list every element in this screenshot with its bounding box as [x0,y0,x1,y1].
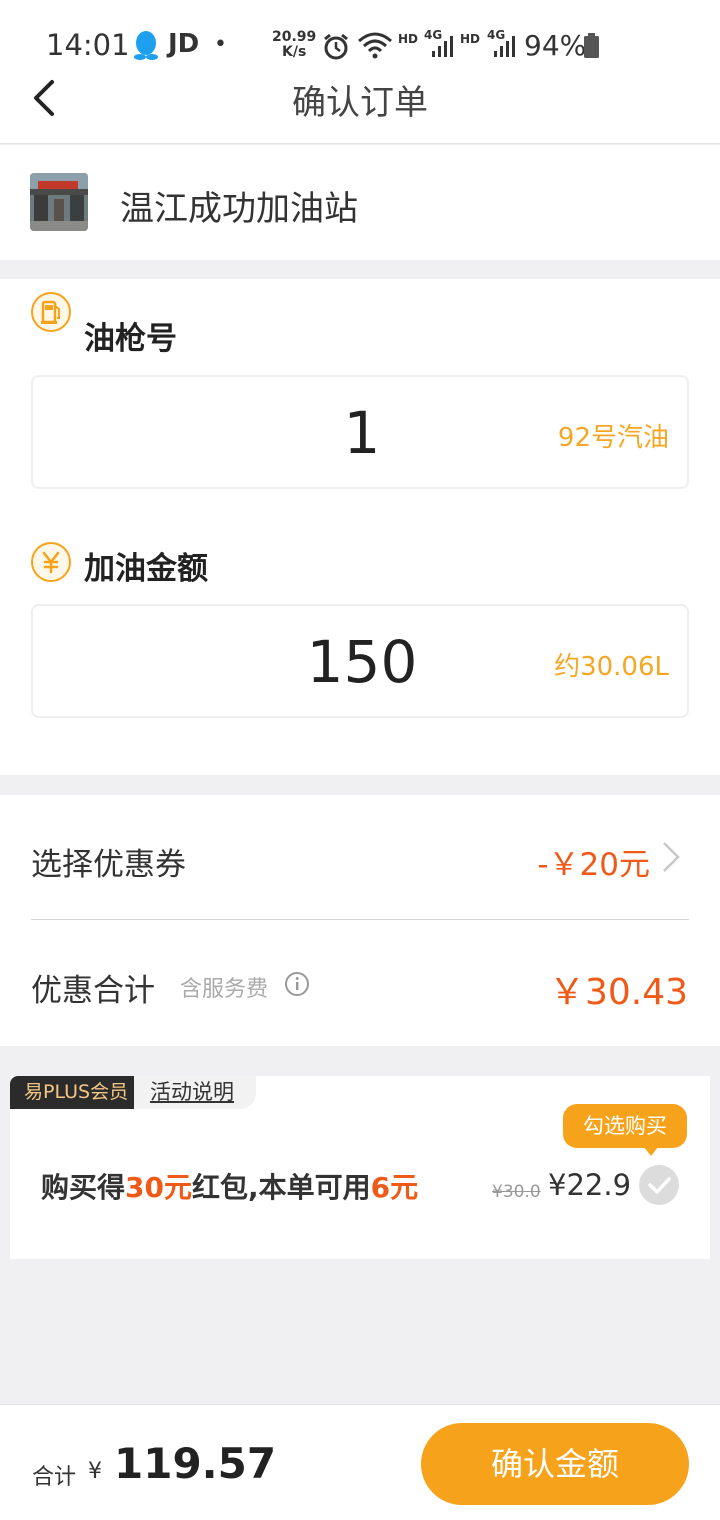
liters-estimate: 约30.06L [554,652,669,682]
battery-icon [584,33,599,58]
discount-card: 选择优惠券 -￥20元 优惠合计 含服务费 ￥30.43 [0,795,720,1046]
activity-description-link[interactable]: 活动说明 [134,1076,256,1109]
battery-percent: 94% [524,29,587,62]
confirm-amount-button[interactable]: 确认金额 [421,1423,689,1505]
plus-membership-card: 易PLUS会员 活动说明 购买得30元红包,本单可用6元 ¥30.0 ¥22.9… [10,1076,710,1259]
jd-icon: JD [168,29,200,59]
purchase-checkbox[interactable] [638,1164,680,1206]
nav-bar: 确认订单 [0,60,720,144]
station-photo [30,173,88,231]
promo-middle: 红包,本单可用 [191,1171,371,1204]
promo-prefix: 购买得 [41,1171,126,1204]
amount-field[interactable]: 150 约30.06L [31,604,689,718]
discount-total-value: ￥30.43 [548,972,688,1013]
fuel-form-card: 油枪号 1 92号汽油 加油金额 150 约30.06L [0,279,720,775]
network-speed-unit: K/s [282,44,307,60]
amount-label: 加油金额 [84,551,208,587]
info-icon[interactable] [284,971,310,997]
promo-amount-2: 6元 [370,1171,419,1204]
alarm-icon [324,33,348,60]
coupon-label[interactable]: 选择优惠券 [31,839,186,884]
signal-icon [432,36,453,57]
station-header: 温江成功加油站 [0,145,720,260]
plus-price: ¥22.9 [548,1168,632,1202]
station-name: 温江成功加油站 [120,189,358,229]
buy-tooltip: 勾选购买 [563,1104,687,1148]
network-speed: 20.99 K/s [272,30,316,60]
signal-icon [494,36,515,57]
network-speed-value: 20.99 [272,29,317,45]
chevron-right-icon[interactable] [660,839,682,875]
promo-text: 购买得30元红包,本单可用6元 [41,1166,418,1206]
sum-amount: 119.57 [114,1439,277,1488]
page-title: 确认订单 [292,83,428,123]
plus-member-badge: 易PLUS会员 [10,1076,143,1109]
yuan-icon [31,542,71,582]
service-fee-note: 含服务费 [180,977,269,1002]
divider [31,919,689,920]
wifi-icon [358,32,392,59]
qq-icon [134,31,158,60]
coupon-value[interactable]: -￥20元 [537,839,650,884]
buy-tooltip-tail [644,1147,658,1156]
notification-dot: • [214,32,227,57]
nozzle-label: 油枪号 [84,321,177,357]
fuel-pump-icon [31,292,71,332]
bottom-bar: 合计 ¥ 119.57 确认金额 [0,1404,720,1520]
hd-label: HD [460,32,481,46]
status-time: 14:01 [46,28,130,62]
sum-label: 合计 [32,1465,77,1490]
fuel-type-label: 92号汽油 [557,423,669,453]
promo-amount-1: 30元 [125,1171,192,1204]
hd-label: HD [398,32,419,46]
original-price: ¥30.0 [492,1182,541,1202]
discount-total-label: 优惠合计 [31,973,155,1009]
sum-currency: ¥ [88,1459,102,1484]
nozzle-field[interactable]: 1 92号汽油 [31,375,689,489]
